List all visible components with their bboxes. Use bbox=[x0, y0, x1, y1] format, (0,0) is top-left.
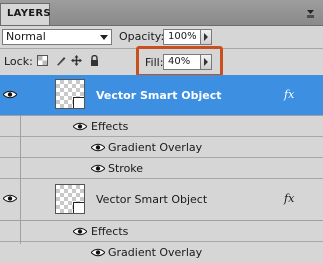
layer-name[interactable]: Vector Smart Object bbox=[96, 193, 207, 206]
effects-label: Effects bbox=[91, 120, 129, 133]
effect-name: Gradient Overlay bbox=[108, 141, 203, 154]
layer-name[interactable]: Vector Smart Object bbox=[96, 89, 222, 102]
effect-eye-icon[interactable] bbox=[91, 248, 105, 257]
layer-row[interactable]: Vector Smart Object fx bbox=[0, 75, 323, 116]
lock-label: Lock: bbox=[4, 55, 33, 68]
lock-image-pixels-icon[interactable] bbox=[56, 55, 67, 66]
effect-eye-icon[interactable] bbox=[91, 164, 105, 173]
effects-label: Effects bbox=[91, 225, 129, 238]
effects-eye-icon[interactable] bbox=[73, 227, 87, 236]
effect-row-gradient-overlay[interactable]: Gradient Overlay bbox=[0, 242, 323, 263]
effect-row-gradient-overlay[interactable]: Gradient Overlay bbox=[0, 137, 323, 158]
layer-thumbnail bbox=[55, 184, 85, 214]
chevron-down-icon bbox=[100, 35, 108, 40]
eye-column-divider bbox=[0, 116, 21, 179]
lock-position-icon[interactable] bbox=[71, 55, 82, 66]
blend-opacity-row: Normal Opacity: 100% bbox=[0, 26, 323, 48]
layers-list: Vector Smart Object fx Effects Gradient … bbox=[0, 75, 323, 259]
effect-name: Stroke bbox=[108, 162, 144, 175]
fx-icon[interactable]: fx bbox=[284, 192, 294, 205]
fill-highlight-annotation bbox=[136, 46, 223, 77]
lock-all-icon[interactable] bbox=[89, 55, 100, 66]
layer-row[interactable]: Vector Smart Object fx bbox=[0, 179, 323, 221]
eye-column-divider bbox=[20, 179, 21, 221]
effect-row-stroke[interactable]: Stroke bbox=[0, 158, 323, 179]
effects-row[interactable]: Effects bbox=[0, 221, 323, 242]
layers-tab[interactable]: LAYERS bbox=[0, 3, 51, 25]
blend-mode-value: Normal bbox=[6, 30, 46, 43]
opacity-slider-button[interactable] bbox=[200, 29, 212, 45]
layer-thumbnail bbox=[55, 79, 85, 109]
smart-object-badge-icon bbox=[73, 97, 84, 108]
opacity-input[interactable]: 100% bbox=[163, 29, 201, 45]
effect-name: Gradient Overlay bbox=[108, 246, 203, 259]
effect-eye-icon[interactable] bbox=[91, 143, 105, 152]
smart-object-badge-icon bbox=[73, 202, 84, 213]
opacity-label: Opacity: bbox=[119, 30, 165, 43]
visibility-eye-icon[interactable] bbox=[3, 90, 17, 99]
effects-row[interactable]: Effects bbox=[0, 116, 323, 137]
panel-titlebar: LAYERS bbox=[0, 0, 323, 26]
eye-column-divider bbox=[0, 221, 21, 244]
visibility-eye-icon[interactable] bbox=[3, 194, 17, 203]
lock-transparency-icon[interactable] bbox=[37, 55, 48, 66]
blend-mode-dropdown[interactable]: Normal bbox=[2, 29, 112, 45]
panel-menu-icon[interactable] bbox=[307, 8, 317, 18]
fx-icon[interactable]: fx bbox=[284, 88, 294, 101]
effects-eye-icon[interactable] bbox=[73, 122, 87, 131]
